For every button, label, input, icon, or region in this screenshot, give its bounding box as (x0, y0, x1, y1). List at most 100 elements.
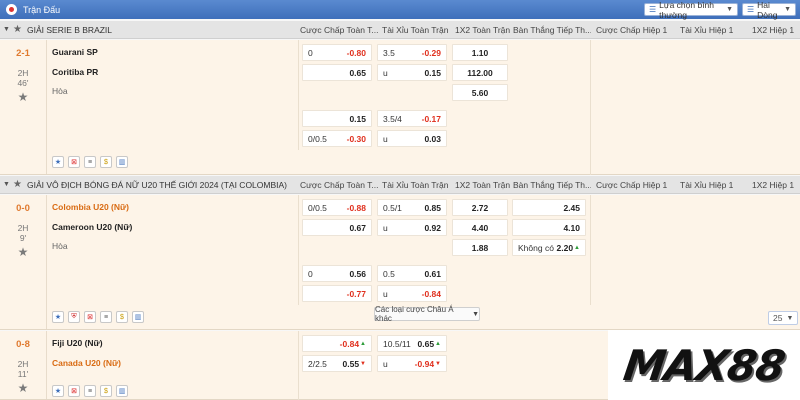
stats-grid-icon[interactable]: ⊠ (84, 311, 96, 323)
shield-icon[interactable]: ⛨ (68, 311, 80, 323)
col-header-hdp: Cược Chấp Toàn T... (300, 180, 378, 190)
favorite-star-icon[interactable]: ★ (0, 245, 46, 259)
list-icon: ☰ (747, 5, 755, 14)
arrow-up-icon: ▲ (435, 340, 441, 347)
live-score: 2-1 (16, 48, 30, 59)
match-status: 0-8 2H 11' ★ (0, 331, 47, 399)
col-header-ou: Tài Xỉu Toàn Trận (382, 25, 449, 35)
odds-cell[interactable]: 0 -0.80 (302, 44, 372, 61)
arrow-up-icon: ▲ (574, 244, 580, 251)
odds-cell[interactable]: 3.5/4 -0.17 (377, 110, 447, 127)
match-actions: ★ ⊠ ≡ $ ▥ (52, 385, 128, 397)
odds-cell[interactable]: 1.88 (452, 239, 508, 256)
star-icon[interactable]: ★ (52, 311, 64, 323)
odds-cell[interactable]: u 0.03 (377, 130, 447, 147)
stats-grid-icon[interactable]: ⊠ (68, 156, 80, 168)
match-minute: 9' (19, 233, 27, 243)
col-header-ou-h1: Tài Xỉu Hiệp 1 (680, 25, 734, 35)
collapse-icon[interactable]: ▼ (3, 181, 13, 188)
odds-cell[interactable]: 0.67 (302, 219, 372, 236)
draw-label: Hòa (52, 86, 68, 96)
list-icon[interactable]: ≡ (84, 385, 96, 397)
collapse-icon[interactable]: ▼ (3, 26, 13, 33)
match-status: 0-0 2H 9' ★ (0, 195, 47, 329)
odds-cell[interactable]: 0.65 (302, 64, 372, 81)
col-header-hdp: Cược Chấp Toàn T... (300, 25, 378, 35)
home-team: Guarani SP (52, 47, 98, 57)
odds-cell[interactable]: u -0.94 ▼ (377, 355, 447, 372)
sort-select[interactable]: ☰ Lựa chọn bình thường ▼ (644, 0, 738, 20)
col-header-ou-h1: Tài Xỉu Hiệp 1 (680, 180, 734, 190)
star-icon[interactable]: ★ (13, 179, 25, 190)
odds-cell[interactable]: u 0.15 (377, 64, 447, 81)
odds-cell[interactable]: 4.40 (452, 219, 508, 236)
odds-cell[interactable]: u 0.92 (377, 219, 447, 236)
odds-cell[interactable]: 1.10 (452, 44, 508, 61)
odds-cell[interactable]: -0.77 (302, 285, 372, 302)
odds-cell[interactable]: 2.45 (512, 199, 586, 216)
match-row: 2-1 2H 46' ★ Guarani SP Coritiba PR Hòa … (0, 40, 800, 175)
live-score: 0-0 (16, 203, 30, 214)
odds-cell[interactable]: 0.5 0.61 (377, 265, 447, 282)
brand-logo: MAX88 (608, 330, 800, 400)
star-icon[interactable]: ★ (52, 156, 64, 168)
live-score: 0-8 (16, 339, 30, 350)
cash-icon[interactable]: $ (116, 311, 128, 323)
odds-cell[interactable]: 0.15 (302, 110, 372, 127)
odds-cell[interactable]: 3.5 -0.29 (377, 44, 447, 61)
match-actions: ★ ⛨ ⊠ ≡ $ ▥ (52, 311, 144, 323)
league-header[interactable]: ▼ ★ GIẢI VÔ ĐỊCH BÓNG ĐÁ NỮ U20 THẾ GIỚI… (0, 176, 800, 194)
league-header[interactable]: ▼ ★ GIẢI SERIE B BRAZIL Cược Chấp Toàn T… (0, 21, 800, 39)
cash-icon[interactable]: $ (100, 385, 112, 397)
col-header-next-goal: Bàn Thắng Tiếp Th... (513, 180, 591, 190)
odds-cell[interactable]: 4.10 (512, 219, 586, 236)
odds-cell[interactable]: 0/0.5 -0.88 (302, 199, 372, 216)
col-header-1x2-h1: 1X2 Hiệp 1 (752, 180, 795, 190)
chevron-down-icon: ▼ (726, 6, 733, 13)
odds-cell[interactable]: 0.5/1 0.85 (377, 199, 447, 216)
away-team: Canada U20 (Nữ) (52, 358, 121, 368)
col-header-1x2: 1X2 Toàn Trận (455, 180, 511, 190)
col-header-hdp-h1: Cược Chấp Hiệp 1 (596, 180, 668, 190)
favorite-star-icon[interactable]: ★ (0, 381, 46, 395)
chart-icon[interactable]: ▥ (116, 156, 128, 168)
chevron-down-icon: ▼ (472, 310, 479, 318)
odds-cell[interactable]: 0/0.5 -0.30 (302, 130, 372, 147)
match-half: 2H (17, 68, 29, 78)
col-header-ou: Tài Xỉu Toàn Trận (382, 180, 449, 190)
page-size-select[interactable]: 25 ▼ (768, 311, 798, 325)
col-header-1x2-h1: 1X2 Hiệp 1 (752, 25, 795, 35)
odds-cell[interactable]: 112.00 (452, 64, 508, 81)
col-header-next-goal: Bàn Thắng Tiếp Th... (513, 25, 591, 35)
odds-cell[interactable]: Không có 2.20 ▲ (512, 239, 586, 256)
stats-grid-icon[interactable]: ⊠ (68, 385, 80, 397)
odds-cell[interactable]: 2.72 (452, 199, 508, 216)
list-icon[interactable]: ≡ (84, 156, 96, 168)
chart-icon[interactable]: ▥ (116, 385, 128, 397)
col-header-hdp-h1: Cược Chấp Hiệp 1 (596, 25, 668, 35)
home-team: Colombia U20 (Nữ) (52, 202, 129, 212)
favorite-star-icon[interactable]: ★ (0, 90, 46, 104)
odds-view-select[interactable]: ☰ Hai Dòng ▼ (742, 0, 796, 20)
arrow-down-icon: ▼ (435, 360, 441, 367)
odds-cell[interactable]: -0.84 ▲ (302, 335, 372, 352)
odds-cell[interactable]: 10.5/11 0.65 ▲ (377, 335, 447, 352)
odds-cell[interactable]: 5.60 (452, 84, 508, 101)
chevron-down-icon: ▼ (784, 6, 791, 13)
home-team: Fiji U20 (Nữ) (52, 338, 103, 348)
star-icon[interactable]: ★ (52, 385, 64, 397)
draw-label: Hòa (52, 241, 68, 251)
list-icon: ☰ (649, 5, 657, 14)
match-half: 2H (17, 223, 29, 233)
odds-cell[interactable]: u -0.84 (377, 285, 447, 302)
match-minute: 46' (17, 78, 29, 88)
star-icon[interactable]: ★ (13, 24, 25, 35)
cash-icon[interactable]: $ (100, 156, 112, 168)
chart-icon[interactable]: ▥ (132, 311, 144, 323)
more-asian-markets-button[interactable]: Các loại cược Châu Á khác ▼ (374, 305, 480, 323)
arrow-down-icon: ▼ (360, 360, 366, 367)
odds-cell[interactable]: 2/2.5 0.55 ▼ (302, 355, 372, 372)
list-icon[interactable]: ≡ (100, 311, 112, 323)
odds-cell[interactable]: 0 0.56 (302, 265, 372, 282)
arrow-up-icon: ▲ (360, 340, 366, 347)
